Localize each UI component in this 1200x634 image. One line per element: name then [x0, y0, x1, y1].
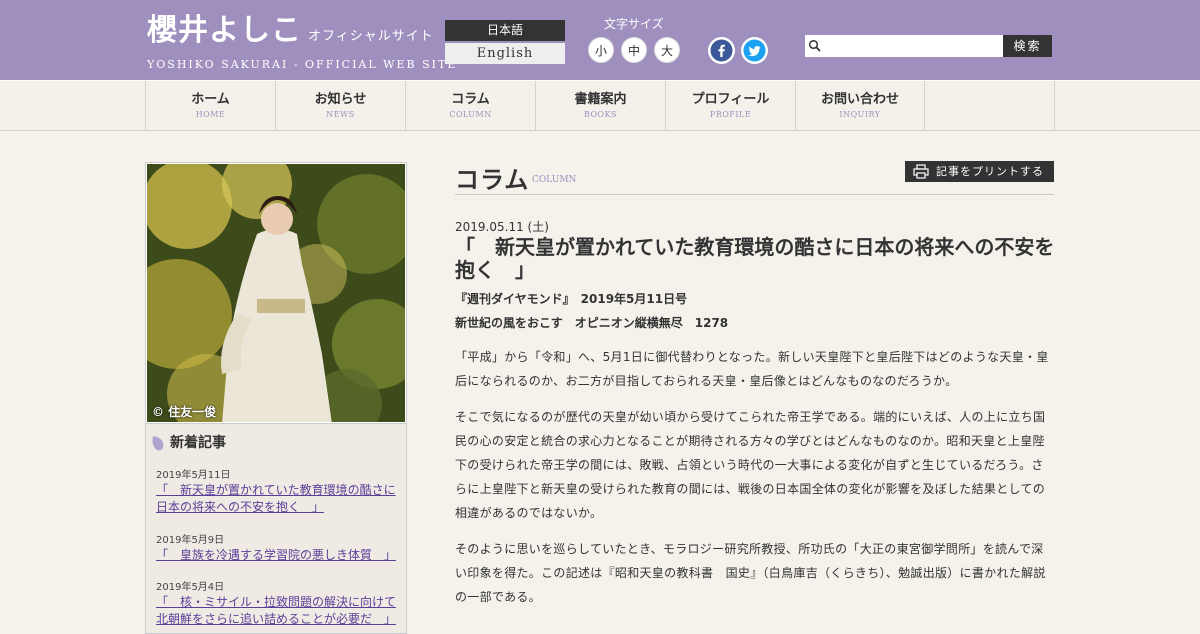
news-date: 2019年5月4日: [156, 582, 225, 593]
nav-item-books[interactable]: 書籍案内 BOOKS: [535, 81, 665, 131]
main-nav: ホーム HOME お知らせ NEWS コラム COLUMN 書籍案内 BOOKS…: [0, 80, 1200, 131]
article-date: 2019.05.11 (土): [455, 220, 549, 234]
twitter-icon[interactable]: [741, 37, 768, 64]
news-date: 2019年5月11日: [156, 470, 231, 481]
news-link[interactable]: 「 新天皇が置かれていた教育環境の酷さに日本の将来への不安を抱く 」: [156, 482, 401, 516]
article-paragraph: 「平成」から「令和」へ、5月1日に御代替わりとなった。新しい天皇陛下と皇后陛下は…: [455, 350, 1049, 388]
nav-item-profile[interactable]: プロフィール PROFILE: [665, 81, 795, 131]
leaf-icon: [152, 436, 164, 451]
recent-articles-heading: 新着記事: [150, 432, 226, 452]
profile-photo: [145, 162, 407, 424]
photo-credit: © 住友一俊: [152, 405, 217, 419]
logo-subtitle: オフィシャルサイト: [308, 29, 434, 44]
printer-icon: [913, 164, 929, 179]
nav-item-column[interactable]: コラム COLUMN: [405, 81, 535, 131]
lang-japanese-button[interactable]: 日本語: [445, 20, 565, 41]
font-size-label: 文字サイズ: [604, 17, 664, 31]
font-small-button[interactable]: 小: [588, 37, 614, 63]
logo-title: 櫻井よしこ オフィシャルサイト: [147, 13, 434, 48]
news-link[interactable]: 「 皇族を冷遇する学習院の悪しき体質 」: [156, 547, 401, 564]
font-medium-button[interactable]: 中: [621, 37, 647, 63]
facebook-icon[interactable]: [708, 37, 735, 64]
print-article-button[interactable]: 記事をプリントする: [905, 161, 1054, 182]
recent-articles-box: 新着記事 2019年5月11日 「 新天皇が置かれていた教育環境の酷さに日本の将…: [145, 424, 407, 634]
lang-english-button[interactable]: English: [445, 43, 565, 64]
nav-item-news[interactable]: お知らせ NEWS: [275, 81, 405, 131]
article-source: 『週刊ダイヤモンド』 2019年5月11日号: [455, 292, 688, 306]
search-icon: [808, 39, 821, 52]
logo-english: YOSHIKO SAKURAI - OFFICIAL WEB SITE: [147, 58, 458, 71]
font-large-button[interactable]: 大: [654, 37, 680, 63]
news-date: 2019年5月9日: [156, 535, 225, 546]
site-header: 櫻井よしこ オフィシャルサイト YOSHIKO SAKURAI - OFFICIA…: [0, 0, 1200, 80]
news-link[interactable]: 「 核・ミサイル・拉致問題の解決に向けて北朝鮮をさらに追い詰めることが必要だ 」: [156, 594, 401, 628]
nav-item-inquiry[interactable]: お問い合わせ INQUIRY: [795, 81, 925, 131]
article-series: 新世紀の風をおこす オピニオン縦横無尽 1278: [455, 316, 729, 330]
nav-spacer: [925, 81, 1055, 131]
article-paragraph: そこで気になるのが歴代の天皇が幼い頃から受けてこられた帝王学である。端的にいえば…: [455, 410, 1046, 520]
search-input[interactable]: [805, 35, 1003, 57]
title-divider: [455, 194, 1054, 195]
article-paragraph: そのように思いを巡らしていたとき、モラロジー研究所教授、所功氏の「大正の東宮御学…: [455, 542, 1046, 604]
section-title: コラム: [455, 165, 530, 194]
section-title-en: COLUMN: [532, 175, 577, 185]
article-title: 「 新天皇が置かれていた教育環境の酷さに日本の将来への不安を抱く 」: [455, 235, 1055, 282]
search-button[interactable]: 検索: [1003, 35, 1052, 57]
site-logo[interactable]: 櫻井よしこ オフィシャルサイト YOSHIKO SAKURAI - OFFICIA…: [147, 12, 457, 71]
nav-item-home[interactable]: ホーム HOME: [145, 81, 275, 131]
